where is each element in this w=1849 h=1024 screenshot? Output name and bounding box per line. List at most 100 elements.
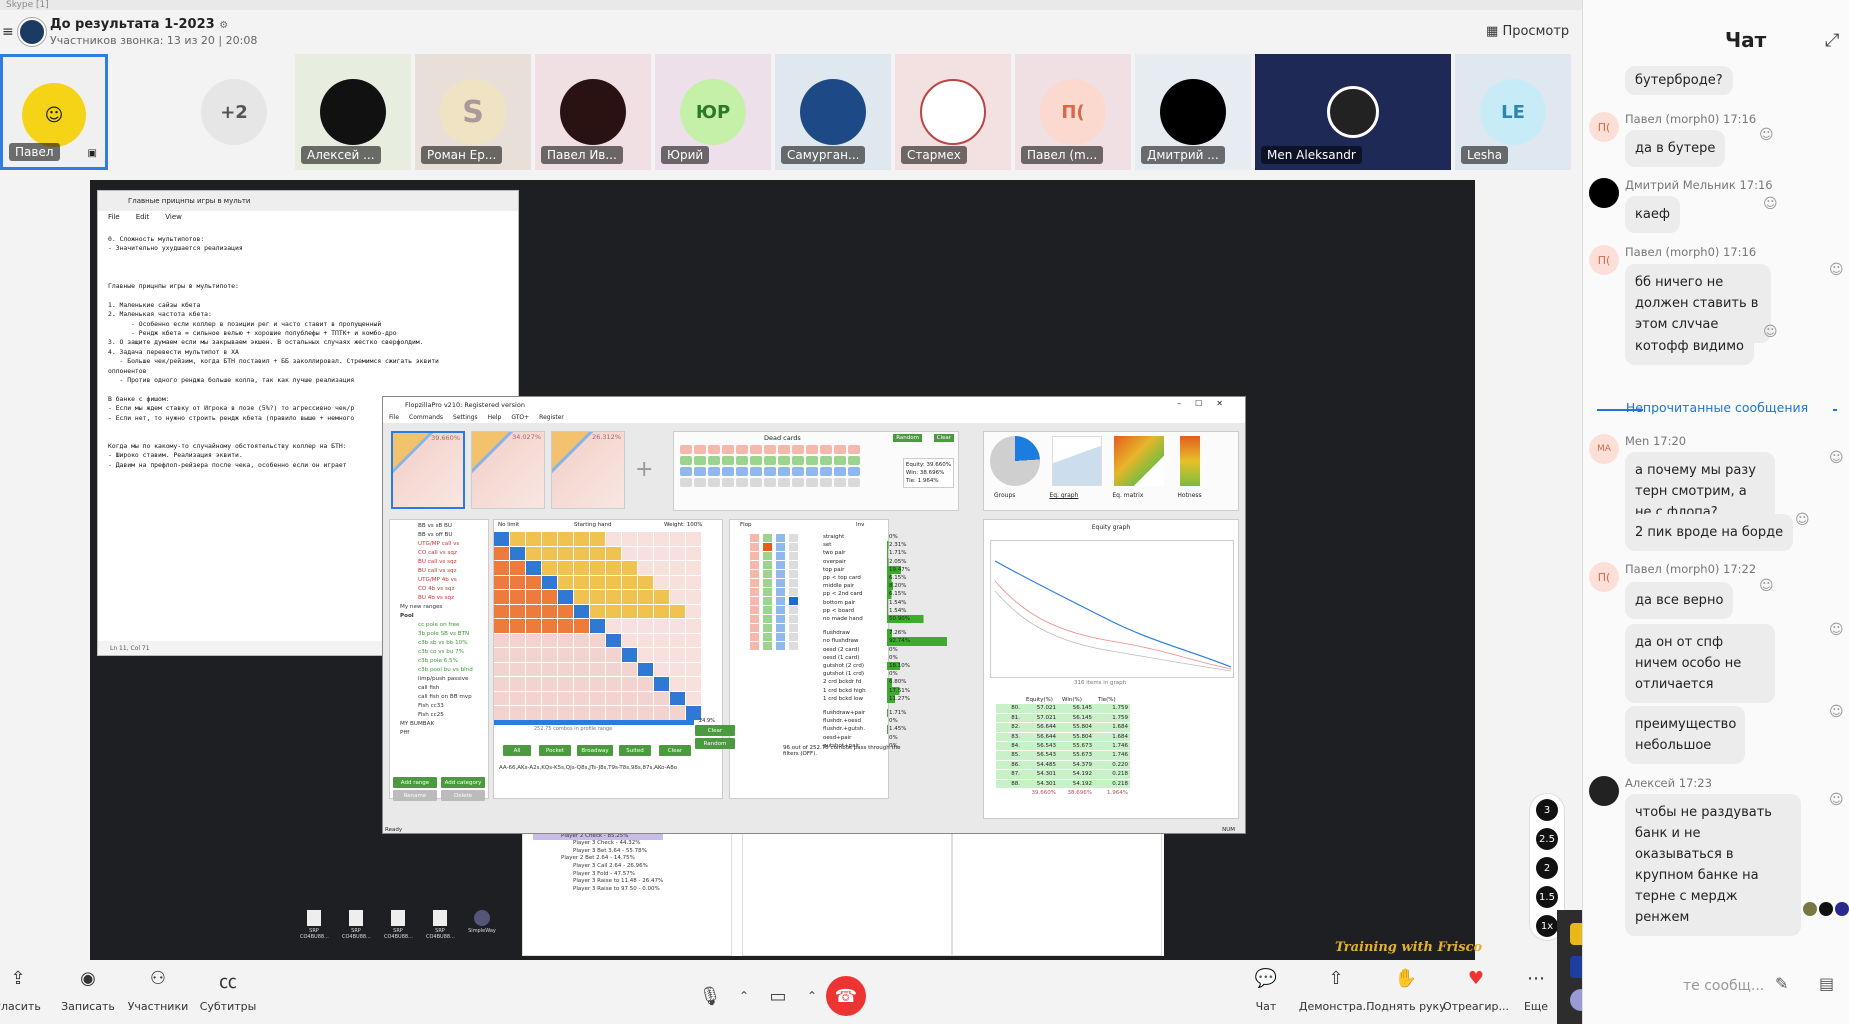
tree-item: Fish cc33	[418, 703, 444, 709]
share-screen-button[interactable]: ⇧ Демонстра...	[1296, 968, 1376, 1013]
mic-muted-icon[interactable]: 🎙	[690, 976, 730, 1016]
category-pct: 0%	[887, 670, 947, 679]
flop-card	[776, 588, 785, 596]
smile-icon[interactable]: ☺	[1763, 196, 1778, 212]
screen-share-icon: ▣	[87, 148, 97, 159]
menu-item: Help	[487, 414, 502, 421]
hand-cell	[494, 619, 509, 633]
hand-cell	[606, 677, 621, 691]
chevron-up-icon[interactable]: ⌃	[736, 976, 752, 1016]
equity-cell: 0.218	[1112, 780, 1128, 787]
hand-cell	[574, 532, 589, 546]
equity-cell: 0.220	[1112, 761, 1128, 768]
zoom-2-5[interactable]: 2.5	[1536, 828, 1558, 850]
record-button[interactable]: ◉ Записать	[48, 968, 128, 1013]
hand-cell	[686, 633, 701, 647]
range-thumbnails: 39.660% 34.027% 26.312% +	[391, 431, 659, 509]
raise-hand-button[interactable]: ✋ Поднять руку	[1366, 968, 1446, 1013]
hand-cell	[526, 648, 541, 662]
category-row: 1 crd bckd high 17.51%	[823, 686, 953, 695]
hand-cell	[654, 546, 669, 560]
suited-button: Suited	[619, 745, 651, 756]
avatar: MA	[1589, 434, 1619, 464]
hand-cell	[590, 633, 605, 647]
participant-tile[interactable]: Men Aleksandr	[1255, 54, 1451, 170]
tree-column: Player 1 CheckPlayer 2 Check - 85.25%Pla…	[522, 820, 732, 956]
message-author: Дмитрий Мельник 17:16	[1625, 178, 1773, 192]
category-pct: 11.27%	[887, 694, 947, 704]
zoom-2[interactable]: 2	[1536, 857, 1558, 879]
participant-tile[interactable]: +2	[184, 54, 284, 170]
participant-tile[interactable]: ЮР Юрий	[655, 54, 771, 170]
category-row: gutshot (2 crd) 18.10%	[823, 662, 953, 671]
smile-icon[interactable]: ☺	[1829, 262, 1844, 278]
zoom-3[interactable]: 3	[1536, 799, 1558, 821]
expand-icon[interactable]: ⤢	[1825, 30, 1839, 51]
message-input[interactable]: те сообщ...	[1683, 978, 1764, 994]
participant-tile[interactable]: Самурган...	[775, 54, 891, 170]
smile-icon[interactable]: ☺	[1759, 127, 1774, 143]
view-button[interactable]: ▦ Просмотр	[1486, 24, 1569, 39]
items-in-graph: 316 items in graph	[1074, 680, 1127, 686]
menu-icon[interactable]: ≡	[2, 24, 14, 40]
category-pct: 1.54%	[887, 598, 947, 607]
window-titlebar: Skype [1] — ☐	[0, 0, 1849, 10]
hand-cell	[686, 677, 701, 691]
participant-tile[interactable]: Дмитрий ...	[1135, 54, 1251, 170]
dead-card	[750, 445, 762, 454]
tree-item: BU 4b vs sqz	[418, 595, 455, 601]
category-row: bottom pair 1.54%	[823, 598, 953, 607]
range-thumb: 34.027%	[471, 431, 545, 509]
dead-card	[834, 478, 846, 487]
hand-cell	[638, 590, 653, 604]
hand-cell	[542, 590, 557, 604]
react-button[interactable]: ♥ Отреагир...	[1436, 968, 1516, 1013]
participant-tile[interactable]: S Роман Ер...	[415, 54, 531, 170]
category-row: oesd (1 card) 0%	[823, 653, 953, 663]
attach-icon[interactable]: ▤	[1819, 974, 1834, 993]
participant-tile[interactable]: ☺ Павел ▣	[0, 54, 108, 170]
settings-icon[interactable]: ⚙	[219, 20, 228, 31]
smile-icon[interactable]: ☺	[1829, 622, 1844, 638]
flop-card	[789, 624, 798, 632]
participant-tile[interactable]: Стармех	[895, 54, 1011, 170]
call-title[interactable]: До результата 1-2023 ⚙	[50, 17, 228, 32]
participant-tile[interactable]: Павел Ив...	[535, 54, 651, 170]
smile-icon[interactable]: ☺	[1829, 450, 1844, 466]
zoom-1-5[interactable]: 1.5	[1536, 886, 1558, 908]
hand-cell	[670, 604, 685, 618]
participants-button[interactable]: ⚇ Участники	[118, 968, 198, 1013]
hand-cell	[654, 575, 669, 589]
participant-tile[interactable]: Алексей ...	[295, 54, 411, 170]
random-button: Random	[893, 434, 922, 442]
smile-icon[interactable]: ☺	[1829, 704, 1844, 720]
smile-icon[interactable]: ☺	[1763, 324, 1778, 340]
hand-cell	[606, 648, 621, 662]
participant-tile[interactable]: П( Павел (m...	[1015, 54, 1131, 170]
zoom-1x[interactable]: 1x	[1536, 915, 1558, 937]
category-row: top pair 19.47%	[823, 565, 953, 575]
camera-off-icon[interactable]: ▭	[758, 976, 798, 1016]
chat-button[interactable]: 💬 Чат	[1226, 968, 1306, 1013]
subtitles-button[interactable]: ㏄ Субтитры	[188, 968, 268, 1013]
smile-icon[interactable]: ☺	[1795, 512, 1810, 528]
group-avatar[interactable]	[18, 18, 46, 46]
dead-card	[848, 456, 860, 465]
smile-icon[interactable]: ☺	[1759, 578, 1774, 594]
tree-node: Player 2 Bet 2.64 - 14.75%	[561, 855, 635, 862]
chevron-up-icon[interactable]: ⌃	[804, 976, 820, 1016]
flop-card	[776, 606, 785, 614]
hang-up-button[interactable]: ☎	[826, 976, 866, 1016]
equity-row: 87. 54.301 54.192 0.218	[996, 770, 1130, 779]
hand-cell	[494, 604, 509, 618]
participant-tile[interactable]: LE Lesha	[1455, 54, 1571, 170]
hand-cell	[574, 590, 589, 604]
tree-node: Player 3 Call 2.64 - 26.96%	[573, 862, 648, 869]
hand-cell	[622, 677, 637, 691]
format-icon[interactable]: ✎	[1775, 974, 1788, 993]
category-pct: 0%	[887, 733, 947, 742]
hand-cell	[590, 619, 605, 633]
hand-cell	[526, 633, 541, 647]
hand-cell	[590, 575, 605, 589]
smile-icon[interactable]: ☺	[1829, 792, 1844, 808]
